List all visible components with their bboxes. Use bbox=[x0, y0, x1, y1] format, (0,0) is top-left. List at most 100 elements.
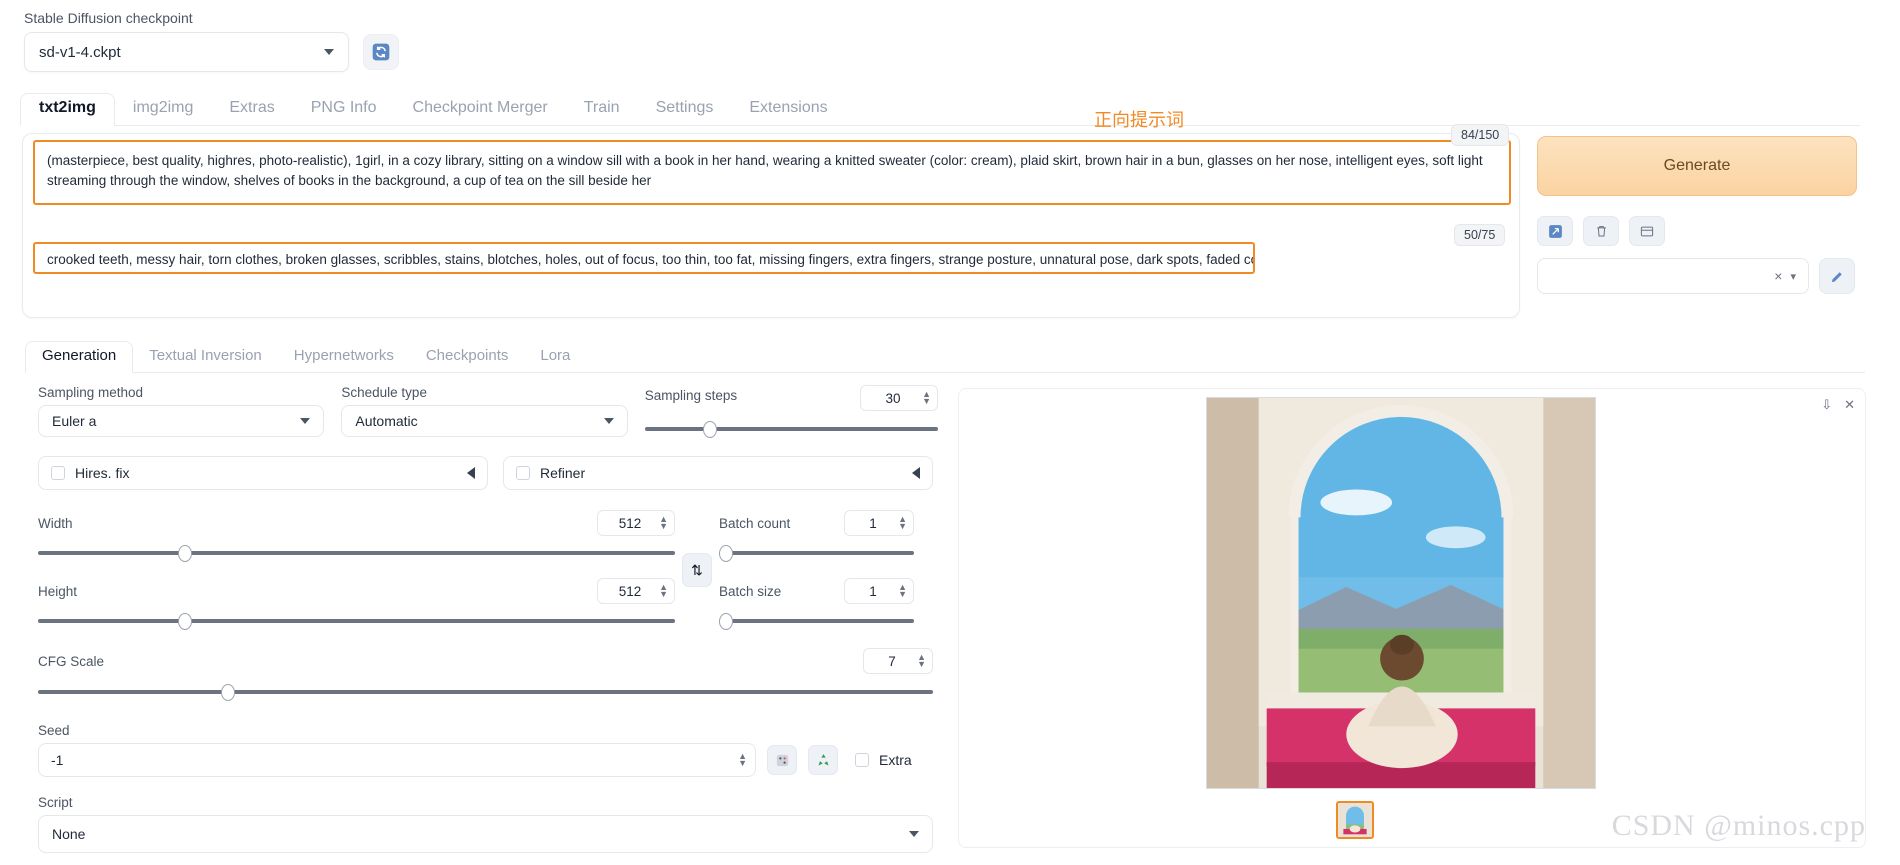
trash-icon bbox=[1596, 226, 1606, 237]
sampling-method-value: Euler a bbox=[52, 413, 97, 429]
height-label: Height bbox=[38, 583, 78, 599]
width-slider[interactable] bbox=[38, 544, 675, 562]
sampling-steps-number[interactable]: 30 ▲ ▼ bbox=[860, 385, 939, 411]
slider-knob[interactable] bbox=[178, 545, 193, 562]
clear-prompt-button[interactable] bbox=[1583, 216, 1619, 246]
styles-row: × ▾ bbox=[1537, 258, 1855, 294]
width-value: 512 bbox=[618, 515, 642, 531]
script-label: Script bbox=[38, 795, 73, 810]
subtab-hypernetworks[interactable]: Hypernetworks bbox=[278, 342, 410, 372]
subtab-checkpoints[interactable]: Checkpoints bbox=[410, 342, 525, 372]
seed-input[interactable]: -1 ▲ ▼ bbox=[38, 743, 756, 777]
sampling-steps-value: 30 bbox=[885, 390, 901, 406]
width-number[interactable]: 512 ▲ ▼ bbox=[597, 510, 675, 536]
chevron-down-icon bbox=[324, 49, 334, 55]
hires-fix-label: Hires. fix bbox=[75, 465, 130, 481]
subtab-lora[interactable]: Lora bbox=[524, 342, 586, 372]
sampling-steps-slider[interactable] bbox=[644, 420, 939, 438]
batch-size-number[interactable]: 1 ▲ ▼ bbox=[844, 578, 914, 604]
generate-tools bbox=[1537, 216, 1665, 246]
expand-left-icon[interactable] bbox=[912, 467, 920, 479]
cfg-scale-label: CFG Scale bbox=[38, 653, 105, 669]
cfg-scale-number[interactable]: 7 ▲ ▼ bbox=[863, 648, 933, 674]
generated-image[interactable] bbox=[1206, 397, 1596, 789]
slider-track bbox=[38, 551, 675, 555]
hires-fix-row[interactable]: Hires. fix bbox=[38, 456, 488, 490]
gallery-thumbnail-art bbox=[1338, 803, 1372, 837]
negative-prompt-input[interactable]: crooked teeth, messy hair, torn clothes,… bbox=[33, 242, 1255, 274]
expand-left-icon[interactable] bbox=[467, 467, 475, 479]
refiner-label: Refiner bbox=[540, 465, 586, 481]
main-tabs: txt2img img2img Extras PNG Info Checkpoi… bbox=[20, 92, 1860, 126]
slider-knob[interactable] bbox=[221, 684, 236, 701]
height-number[interactable]: 512 ▲ ▼ bbox=[597, 578, 675, 604]
reuse-seed-button[interactable] bbox=[808, 745, 838, 775]
styles-clear-icon[interactable]: × bbox=[1774, 268, 1782, 284]
gallery-thumbnail[interactable] bbox=[1336, 801, 1374, 839]
batch-count-value: 1 bbox=[869, 515, 877, 531]
stepper-icon[interactable]: ▲ ▼ bbox=[917, 653, 926, 669]
tab-txt2img[interactable]: txt2img bbox=[20, 93, 115, 126]
stepper-icon[interactable]: ▲ ▼ bbox=[659, 583, 668, 599]
tab-png-info[interactable]: PNG Info bbox=[293, 94, 395, 125]
close-icon[interactable]: ✕ bbox=[1844, 397, 1855, 413]
subtab-generation[interactable]: Generation bbox=[25, 341, 134, 373]
tab-extensions[interactable]: Extensions bbox=[731, 94, 845, 125]
positive-token-counter: 84/150 bbox=[1451, 124, 1510, 146]
slider-knob[interactable] bbox=[719, 613, 733, 630]
height-slider[interactable] bbox=[38, 612, 675, 630]
tab-settings[interactable]: Settings bbox=[638, 94, 732, 125]
download-icon[interactable]: ⇩ bbox=[1821, 397, 1832, 413]
paste-prompt-button[interactable] bbox=[1537, 216, 1573, 246]
stepper-icon[interactable]: ▲ ▼ bbox=[922, 390, 931, 406]
stepper-icon[interactable]: ▲ ▼ bbox=[898, 583, 907, 599]
sampling-steps-label: Sampling steps bbox=[644, 388, 738, 403]
extra-seed-toggle[interactable]: Extra bbox=[855, 752, 912, 768]
cfg-scale-slider[interactable] bbox=[38, 683, 933, 701]
seed-label: Seed bbox=[38, 723, 70, 738]
edit-styles-button[interactable] bbox=[1819, 258, 1855, 294]
schedule-type-label: Schedule type bbox=[341, 385, 427, 400]
show-styles-card-button[interactable] bbox=[1629, 216, 1665, 246]
recycle-icon bbox=[818, 753, 828, 765]
slider-knob[interactable] bbox=[719, 545, 733, 562]
slider-knob[interactable] bbox=[178, 613, 193, 630]
checkpoint-select[interactable]: sd-v1-4.ckpt bbox=[24, 32, 349, 72]
tab-img2img[interactable]: img2img bbox=[115, 94, 211, 125]
swap-dimensions-button[interactable]: ⇅ bbox=[682, 553, 712, 587]
refiner-checkbox[interactable] bbox=[516, 466, 530, 480]
stepper-icon[interactable]: ▲ ▼ bbox=[898, 515, 907, 531]
refiner-row[interactable]: Refiner bbox=[503, 456, 933, 490]
batch-count-number[interactable]: 1 ▲ ▼ bbox=[844, 510, 914, 536]
refresh-checkpoint-button[interactable] bbox=[363, 34, 399, 70]
watermark: CSDN @minos.cpp bbox=[1611, 809, 1866, 842]
chevron-down-icon bbox=[603, 418, 614, 424]
random-seed-button[interactable] bbox=[767, 745, 797, 775]
generation-subtabs: Generation Textual Inversion Hypernetwor… bbox=[25, 340, 1865, 373]
extra-checkbox[interactable] bbox=[855, 753, 869, 767]
styles-select[interactable]: × ▾ bbox=[1537, 258, 1809, 294]
checkpoint-section: Stable Diffusion checkpoint sd-v1-4.ckpt bbox=[24, 10, 399, 72]
hires-fix-checkbox[interactable] bbox=[51, 466, 65, 480]
tab-train[interactable]: Train bbox=[566, 94, 638, 125]
positive-prompt-input[interactable]: (masterpiece, best quality, highres, pho… bbox=[33, 140, 1511, 205]
stepper-icon[interactable]: ▲ ▼ bbox=[659, 515, 668, 531]
batch-size-slider[interactable] bbox=[719, 612, 914, 630]
slider-knob[interactable] bbox=[703, 421, 718, 438]
pencil-icon bbox=[1831, 271, 1842, 282]
schedule-type-select[interactable]: Automatic bbox=[341, 405, 628, 437]
webui-root: Stable Diffusion checkpoint sd-v1-4.ckpt… bbox=[0, 0, 1900, 865]
width-label: Width bbox=[38, 515, 73, 531]
chevron-down-icon bbox=[300, 418, 311, 424]
batch-count-slider[interactable] bbox=[719, 544, 914, 562]
extra-label: Extra bbox=[879, 752, 912, 768]
stepper-icon[interactable]: ▲ ▼ bbox=[738, 752, 747, 768]
tab-checkpoint-merger[interactable]: Checkpoint Merger bbox=[395, 94, 566, 125]
seed-value: -1 bbox=[51, 752, 64, 768]
generate-button[interactable]: Generate bbox=[1537, 136, 1857, 196]
subtab-textual-inversion[interactable]: Textual Inversion bbox=[133, 342, 278, 372]
script-value: None bbox=[52, 826, 86, 842]
script-select[interactable]: None bbox=[38, 815, 933, 853]
sampling-method-select[interactable]: Euler a bbox=[38, 405, 325, 437]
tab-extras[interactable]: Extras bbox=[211, 94, 292, 125]
